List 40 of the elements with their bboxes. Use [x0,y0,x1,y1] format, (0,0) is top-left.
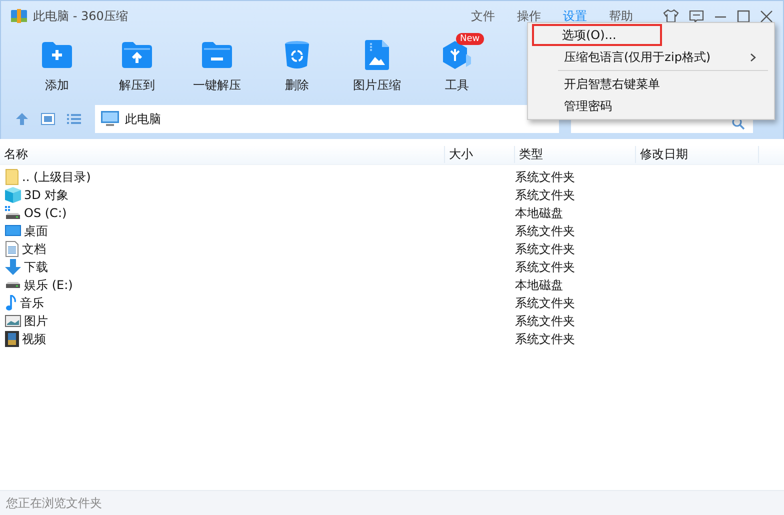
file-name[interactable]: 视频 [0,330,515,348]
column-header[interactable]: 名称 [0,146,445,163]
table-cell: 系统文件夹 [515,186,575,204]
address-field[interactable]: 此电脑 [95,105,559,133]
table-cell: 本地磁盘 [515,276,563,294]
new-badge: New [456,33,484,45]
file-name[interactable]: .. (上级目录) [0,168,515,186]
toolbar-button[interactable]: New 工具 [417,31,497,94]
table-cell: 系统文件夹 [515,240,575,258]
file-name[interactable]: 下载 [0,258,515,276]
table-cell: 系统文件夹 [515,330,575,348]
file-name[interactable]: 图片 [0,312,515,330]
file-name[interactable]: 音乐 [0,294,515,312]
menu-item[interactable]: 选项(O)... [532,24,662,46]
file-name[interactable]: 娱乐 (E:) [0,276,515,294]
menu-item[interactable]: 开启智慧右键菜单 [532,73,772,95]
window-title: 此电脑 - 360压缩 [33,8,128,24]
table-cell: 系统文件夹 [515,258,575,276]
table-cell: 系统文件夹 [515,168,575,186]
table-cell: 系统文件夹 [515,312,575,330]
toolbar-button[interactable]: 删除 [257,31,337,94]
column-header[interactable]: 修改日期 [636,146,759,163]
status-bar: 您正在浏览文件夹 [0,490,784,515]
file-name[interactable]: 文档 [0,240,515,258]
table-cell: 系统文件夹 [515,222,575,240]
column-header[interactable]: 类型 [515,146,636,163]
toolbar-button[interactable]: 解压到 [97,31,177,94]
file-name[interactable]: 3D 对象 [0,186,515,204]
menu-item[interactable]: 操作 [511,8,547,24]
toolbar-button[interactable]: 一键解压 [177,31,257,94]
menu-item[interactable]: 压缩包语言(仅用于zip格式) [532,46,772,68]
toolbar-button[interactable]: 添加 [17,31,97,94]
table-cell: 本地磁盘 [515,204,563,222]
menu-item[interactable]: 文件 [465,8,501,24]
menu-item[interactable]: 帮助 [603,8,639,24]
column-header[interactable]: 大小 [445,146,515,163]
file-name[interactable]: OS (C:) [0,205,515,221]
toolbar-button[interactable]: 图片压缩 [337,31,417,94]
table-cell: 系统文件夹 [515,294,575,312]
file-name[interactable]: 桌面 [0,222,515,240]
